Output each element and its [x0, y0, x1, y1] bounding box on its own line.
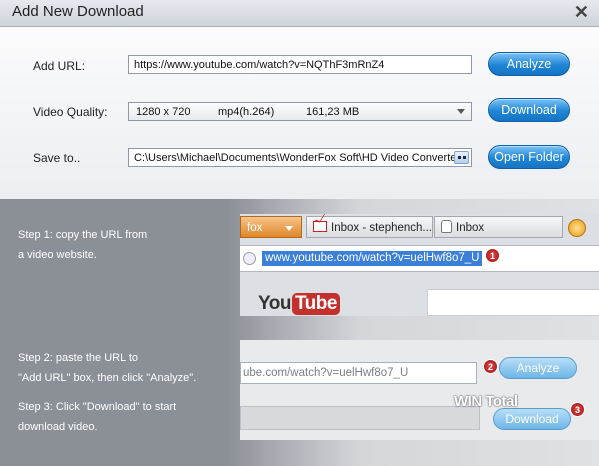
youtube-logo-tube: Tube	[291, 293, 340, 315]
youtube-search-box	[427, 289, 599, 316]
step-badge-3: 3	[570, 402, 585, 417]
analyze-button[interactable]: Analyze	[488, 52, 570, 76]
title-bar: Add New Download ✕	[0, 0, 599, 27]
step3-line2: download video.	[18, 421, 98, 433]
open-folder-button[interactable]: Open Folder	[488, 145, 570, 169]
step1-line2: a video website.	[18, 249, 97, 261]
quality-size: 161,23 MB	[306, 105, 360, 118]
quality-format: mp4(h.264)	[218, 105, 275, 118]
illustration-analyze-button: Analyze	[499, 357, 577, 379]
save-path-text: C:\Users\Michael\Documents\WonderFox Sof…	[134, 152, 461, 164]
extension-icon	[568, 219, 586, 237]
video-quality-select[interactable]: 1280 x 720 mp4(h.264) 161,23 MB	[128, 102, 472, 121]
illustration-download-button: Download	[493, 408, 571, 430]
browser-url-bar: www.youtube.com/watch?v=uelHwf8o7_U	[240, 245, 599, 272]
download-button[interactable]: Download	[488, 98, 570, 122]
gmail-icon	[313, 221, 327, 232]
step1-text: Step 1: copy the URL from a video websit…	[18, 225, 147, 265]
hand-icon	[441, 220, 452, 233]
step3-line1: Step 3: Click "Download" to start	[18, 401, 177, 413]
add-download-dialog: Add New Download ✕ Add URL: https://www.…	[0, 0, 599, 466]
window-title: Add New Download	[12, 3, 144, 20]
chevron-down-icon	[285, 226, 293, 231]
step2-line2: "Add URL" box, then click "Analyze".	[18, 372, 197, 384]
close-icon[interactable]: ✕	[574, 2, 589, 22]
step-badge-2: 2	[483, 359, 498, 374]
youtube-logo: You Tube	[258, 293, 340, 315]
step2-text: Step 2: paste the URL to "Add URL" box, …	[18, 348, 196, 388]
browser-illustration: fox Inbox - stephench... Inbox www.youtu…	[240, 214, 599, 316]
selected-url: www.youtube.com/watch?v=uelHwf8o7_U	[262, 251, 483, 266]
step2-line1: Step 2: paste the URL to	[18, 352, 139, 364]
save-to-label: Save to..	[33, 151, 81, 165]
inbox-tab: Inbox	[434, 216, 563, 238]
firefox-tab-label: fox	[247, 222, 263, 234]
inbox-tab-label: Inbox	[456, 222, 485, 234]
app-illustration: ube.com/watch?v=uelHwf8o7_U Analyze WIN …	[240, 340, 599, 440]
quality-resolution: 1280 x 720	[136, 105, 191, 118]
inbox-tab-gmail: Inbox - stephench...	[306, 216, 433, 238]
url-input[interactable]: https://www.youtube.com/watch?v=NQThF3mR…	[128, 55, 472, 74]
step3-text: Step 3: Click "Download" to start downlo…	[18, 397, 176, 437]
step1-line1: Step 1: copy the URL from	[18, 229, 148, 241]
browse-folder-icon[interactable]	[454, 151, 469, 164]
firefox-tab: fox	[240, 216, 302, 238]
save-path-input[interactable]: C:\Users\Michael\Documents\WonderFox Sof…	[128, 148, 472, 167]
globe-icon	[243, 252, 256, 265]
video-quality-label: Video Quality:	[33, 105, 108, 119]
add-url-label: Add URL:	[33, 59, 86, 73]
illustration-path-field	[240, 406, 480, 430]
download-form: Add URL: https://www.youtube.com/watch?v…	[0, 27, 599, 201]
chevron-down-icon[interactable]	[457, 109, 465, 114]
inbox-tab-gmail-label: Inbox - stephench...	[331, 222, 433, 234]
illustration-url-field: ube.com/watch?v=uelHwf8o7_U	[240, 362, 477, 384]
youtube-logo-you: You	[258, 293, 291, 314]
step-badge-1: 1	[485, 248, 500, 263]
